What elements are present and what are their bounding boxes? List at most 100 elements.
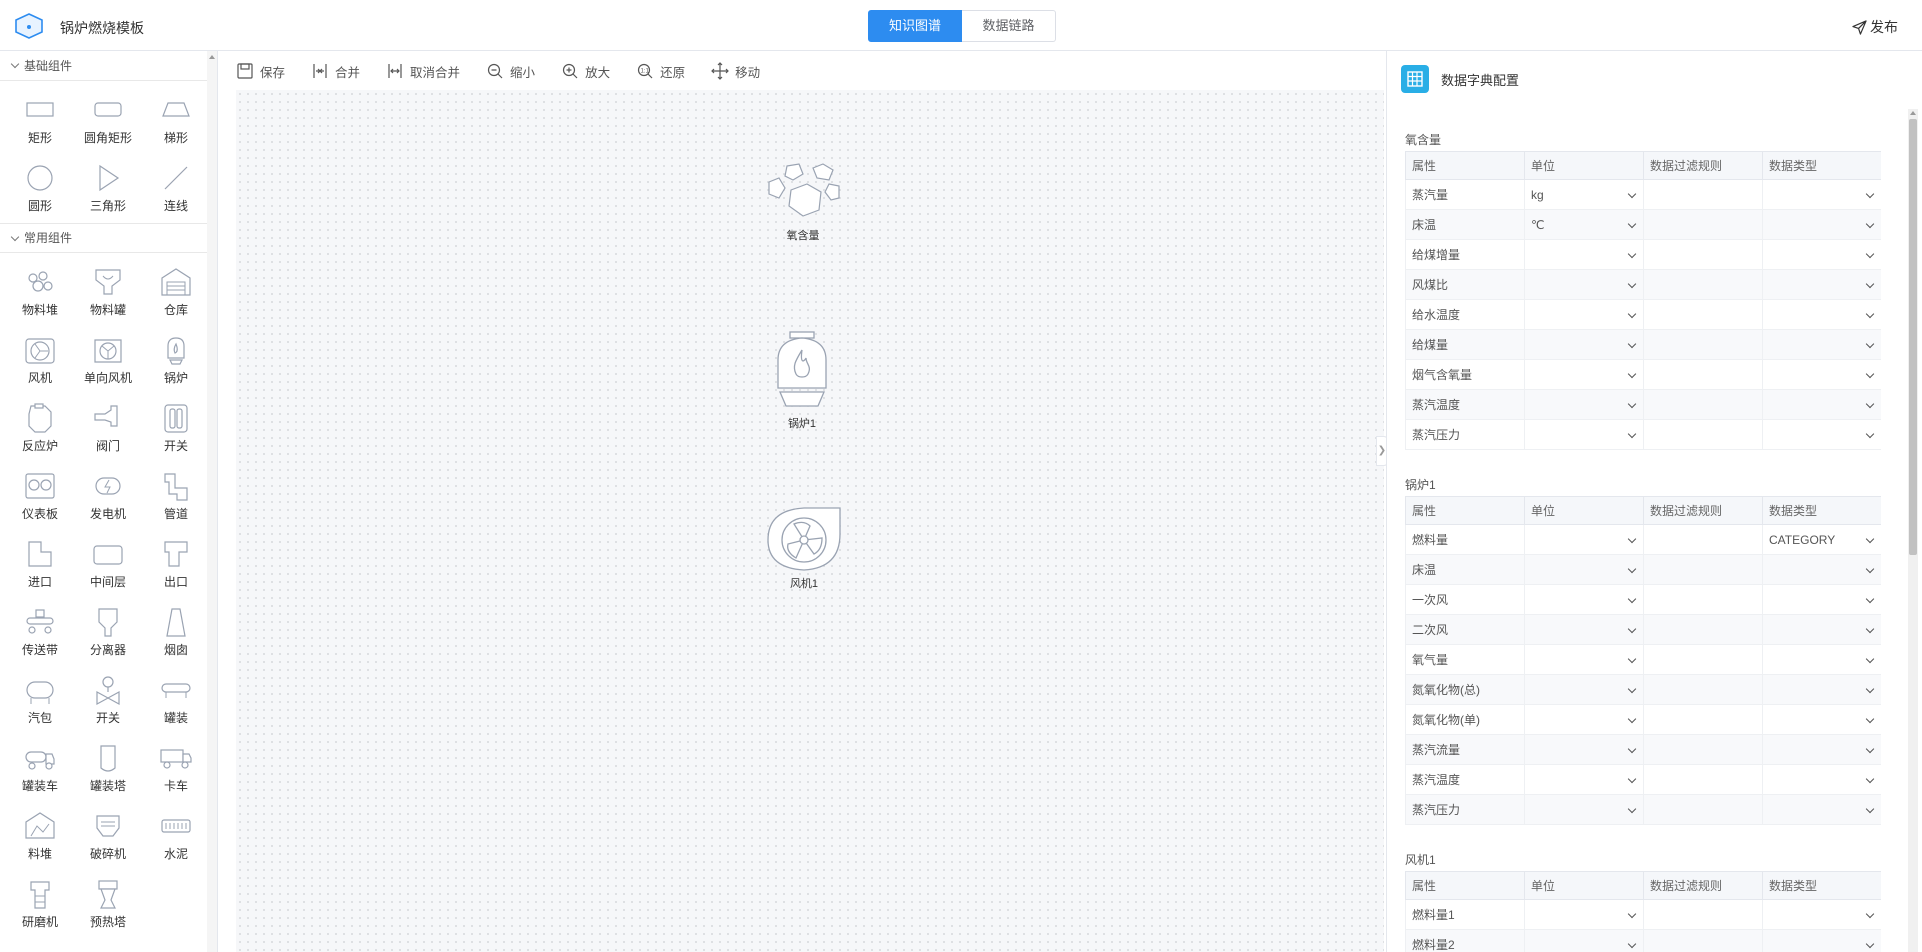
unit-select[interactable] [1524,584,1644,615]
component-truck[interactable]: 卡车 [142,737,210,799]
unit-select[interactable] [1524,359,1644,390]
filter-rule-input[interactable] [1643,614,1763,645]
component-preheater[interactable]: 预热塔 [74,873,142,935]
reset-zoom-button[interactable]: 1:1 还原 [636,62,685,81]
component-canning[interactable]: 罐装 [142,669,210,731]
component-separator[interactable]: 分离器 [74,601,142,663]
unit-select[interactable] [1524,329,1644,360]
data-type-select[interactable] [1762,704,1881,735]
section-basic-components[interactable]: 基础组件 [0,51,217,81]
unit-select[interactable] [1524,419,1644,450]
merge-button[interactable]: 合并 [311,62,360,81]
component-trapezoid[interactable]: 梯形 [142,89,210,151]
filter-rule-input[interactable] [1643,764,1763,795]
zoom-out-button[interactable]: 缩小 [486,62,535,81]
data-type-select[interactable] [1762,674,1881,705]
node-oxygen-content[interactable]: 氧含量 [763,160,843,243]
save-button[interactable]: 保存 [236,62,285,81]
component-grinder[interactable]: 研磨机 [6,873,74,935]
unit-select[interactable] [1524,389,1644,420]
data-type-select[interactable] [1762,614,1881,645]
component-line[interactable]: 连线 [142,157,210,219]
component-warehouse[interactable]: 仓库 [142,261,210,323]
component-chimney[interactable]: 烟囱 [142,601,210,663]
data-type-select[interactable] [1762,329,1881,360]
filter-rule-input[interactable] [1643,269,1763,300]
data-type-select[interactable] [1762,239,1881,270]
unit-select[interactable] [1524,239,1644,270]
node-fan-1[interactable]: 风机1 [764,504,844,591]
filter-rule-input[interactable] [1643,299,1763,330]
tab-data-link[interactable]: 数据链路 [962,10,1056,42]
component-one-way-fan[interactable]: 单向风机 [74,329,142,391]
component-triangle[interactable]: 三角形 [74,157,142,219]
unit-select[interactable] [1524,524,1644,555]
component-crusher[interactable]: 破碎机 [74,805,142,867]
data-type-select[interactable] [1762,584,1881,615]
component-middle-layer[interactable]: 中间层 [74,533,142,595]
unit-select[interactable] [1524,614,1644,645]
filter-rule-input[interactable] [1643,329,1763,360]
filter-rule-input[interactable] [1643,674,1763,705]
unit-select[interactable] [1524,704,1644,735]
component-tank-truck[interactable]: 罐装车 [6,737,74,799]
filter-rule-input[interactable] [1643,389,1763,420]
unit-select[interactable] [1524,644,1644,675]
unit-select[interactable] [1524,674,1644,705]
component-outlet[interactable]: 出口 [142,533,210,595]
data-type-select[interactable] [1762,179,1881,210]
tab-knowledge-graph[interactable]: 知识图谱 [868,10,962,42]
data-type-select[interactable]: CATEGORY [1762,524,1881,555]
component-dashboard[interactable]: 仪表板 [6,465,74,527]
component-stockpile[interactable]: 料堆 [6,805,74,867]
data-type-select[interactable] [1762,269,1881,300]
unit-select[interactable] [1524,554,1644,585]
component-reactor[interactable]: 反应炉 [6,397,74,459]
unit-select[interactable] [1524,929,1644,952]
component-circle[interactable]: 圆形 [6,157,74,219]
data-type-select[interactable] [1762,419,1881,450]
section-common-components[interactable]: 常用组件 [0,223,217,253]
component-fan[interactable]: 风机 [6,329,74,391]
node-boiler-1[interactable]: 锅炉1 [770,330,834,431]
unit-select[interactable]: kg [1524,179,1644,210]
filter-rule-input[interactable] [1643,929,1763,952]
component-inlet[interactable]: 进口 [6,533,74,595]
component-boiler[interactable]: 锅炉 [142,329,210,391]
data-type-select[interactable] [1762,359,1881,390]
filter-rule-input[interactable] [1643,419,1763,450]
filter-rule-input[interactable] [1643,209,1763,240]
component-material-pile[interactable]: 物料堆 [6,261,74,323]
filter-rule-input[interactable] [1643,359,1763,390]
data-type-select[interactable] [1762,899,1881,930]
filter-rule-input[interactable] [1643,794,1763,825]
move-button[interactable]: 移动 [711,62,760,81]
unit-select[interactable] [1524,794,1644,825]
component-switch[interactable]: 开关 [142,397,210,459]
component-tank-tower[interactable]: 罐装塔 [74,737,142,799]
data-type-select[interactable] [1762,299,1881,330]
filter-rule-input[interactable] [1643,554,1763,585]
data-type-select[interactable] [1762,389,1881,420]
data-type-select[interactable] [1762,929,1881,952]
data-type-select[interactable] [1762,644,1881,675]
component-switch-valve[interactable]: 开关 [74,669,142,731]
data-type-select[interactable] [1762,764,1881,795]
component-material-tank[interactable]: 物料罐 [74,261,142,323]
unit-select[interactable]: ℃ [1524,209,1644,240]
unmerge-button[interactable]: 取消合并 [386,62,460,81]
data-type-select[interactable] [1762,209,1881,240]
component-rectangle[interactable]: 矩形 [6,89,74,151]
filter-rule-input[interactable] [1643,584,1763,615]
data-type-select[interactable] [1762,794,1881,825]
component-pipe[interactable]: 管道 [142,465,210,527]
filter-rule-input[interactable] [1643,734,1763,765]
filter-rule-input[interactable] [1643,644,1763,675]
component-rounded-rectangle[interactable]: 圆角矩形 [74,89,142,151]
filter-rule-input[interactable] [1643,179,1763,210]
zoom-in-button[interactable]: 放大 [561,62,610,81]
component-cement[interactable]: 水泥 [142,805,210,867]
graph-canvas[interactable]: 氧含量 锅炉1 风机1 [236,90,1384,952]
filter-rule-input[interactable] [1643,899,1763,930]
filter-rule-input[interactable] [1643,704,1763,735]
